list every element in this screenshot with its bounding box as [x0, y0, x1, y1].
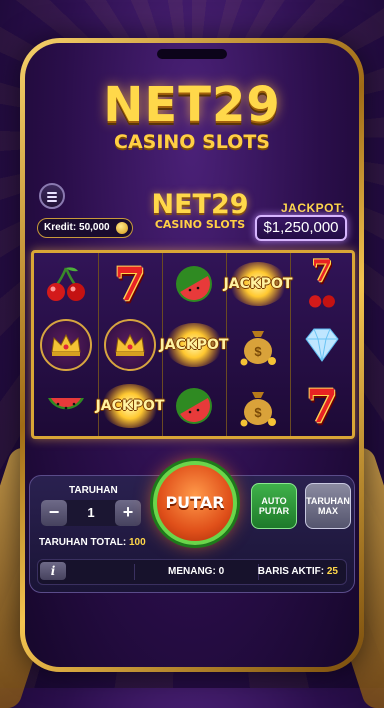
- win-label: MENANG:: [168, 566, 216, 577]
- game-screen: NET29 CASINO SLOTS Kredit: 50,000 NET29 …: [25, 43, 359, 667]
- reel-cell: $: [226, 375, 290, 436]
- watermelon-icon: [176, 387, 212, 424]
- reel-5: 7 7: [290, 253, 354, 436]
- menu-icon: [47, 192, 57, 194]
- active-lines-value: 25: [326, 566, 338, 577]
- menu-button[interactable]: [39, 183, 65, 209]
- jackpot-label: JACKPOT:: [280, 201, 345, 215]
- credit-display: Kredit: 50,000: [37, 218, 133, 238]
- total-bet-value: 100: [129, 537, 146, 548]
- slot-reels: 7 JACKPOT JACKPOT JACKPOT $ $ 7 7: [31, 250, 355, 439]
- reel-cell: [98, 314, 162, 375]
- bet-stepper: − 1 +: [41, 500, 141, 526]
- jackpot-symbol-text: JACKPOT: [159, 336, 229, 353]
- reel-4: JACKPOT $ $: [224, 253, 292, 436]
- reel-cell: [34, 253, 98, 314]
- auto-spin-button[interactable]: AUTO PUTAR: [251, 483, 297, 529]
- seven-icon: 7: [305, 378, 338, 433]
- svg-text:$: $: [254, 344, 262, 359]
- active-lines-label: BARIS AKTIF:: [257, 566, 325, 577]
- game-logo-small: NET29 CASINO SLOTS: [135, 189, 265, 231]
- menu-icon-line: [47, 200, 57, 202]
- coin-icon: [115, 222, 128, 234]
- phone-notch: [157, 49, 227, 59]
- money-bag-icon: $: [240, 391, 276, 426]
- reel-cell: 7: [98, 253, 162, 314]
- reel-cell: [290, 314, 354, 375]
- credit-label: Kredit:: [44, 222, 77, 233]
- win-display: MENANG: 0: [168, 560, 224, 584]
- reel-cell: $: [226, 314, 290, 375]
- jackpot-value: $1,250,000: [255, 215, 347, 241]
- reel-2: 7 JACKPOT: [96, 253, 164, 436]
- bet-increase-button[interactable]: +: [115, 500, 141, 526]
- spin-button[interactable]: PUTAR: [153, 461, 237, 545]
- bet-decrease-button[interactable]: −: [41, 500, 67, 526]
- credit-value: 50,000: [79, 222, 110, 233]
- menu-icon-line: [47, 196, 57, 198]
- phone-frame: NET29 CASINO SLOTS Kredit: 50,000 NET29 …: [20, 38, 364, 672]
- status-divider: [134, 564, 135, 580]
- reel-cell: [34, 375, 98, 436]
- reel-cell: [162, 253, 226, 314]
- reel-1: [34, 253, 99, 436]
- game-logo: NET29 CASINO SLOTS: [25, 77, 359, 153]
- max-bet-label-2: MAX: [317, 506, 338, 516]
- cherry-icon: [47, 266, 85, 301]
- money-bag-icon: $: [240, 330, 276, 365]
- reel-cell: [34, 314, 98, 375]
- crown-icon: [40, 318, 92, 371]
- total-bet: TARUHAN TOTAL: 100: [39, 537, 146, 548]
- total-bet-label: TARUHAN TOTAL:: [39, 537, 127, 548]
- active-lines-display: BARIS AKTIF: 25: [258, 560, 338, 584]
- diamond-icon: [305, 328, 339, 362]
- jackpot-symbol-text: JACKPOT: [95, 397, 165, 414]
- reel-cell: JACKPOT: [160, 314, 228, 375]
- win-value: 0: [218, 566, 225, 577]
- max-bet-label-1: TARUHAN: [306, 496, 350, 506]
- status-bar: i MENANG: 0 BARIS AKTIF: 25: [37, 559, 347, 585]
- watermelon-icon: [48, 397, 84, 409]
- cherry-icon: [309, 294, 335, 308]
- reel-cell: JACKPOT: [224, 253, 292, 314]
- reel-cell: JACKPOT: [96, 375, 164, 436]
- reel-cell: 7: [290, 375, 354, 436]
- reel-cell: [162, 375, 226, 436]
- crown-icon: [104, 318, 156, 371]
- jackpot-symbol: JACKPOT: [160, 322, 228, 367]
- jackpot-symbol-text: JACKPOT: [223, 275, 293, 292]
- auto-spin-label-1: AUTO: [261, 496, 287, 506]
- auto-spin-label-2: PUTAR: [258, 506, 290, 516]
- reel-cell: 7: [290, 253, 354, 314]
- bet-value: 1: [87, 505, 95, 520]
- max-bet-button[interactable]: TARUHAN MAX: [305, 483, 351, 529]
- logo-small-title: NET29: [151, 189, 249, 220]
- seven-icon: 7: [113, 256, 146, 311]
- reel-3: JACKPOT: [160, 253, 228, 436]
- logo-subtitle: CASINO SLOTS: [114, 131, 270, 153]
- svg-text:$: $: [254, 405, 262, 420]
- info-button[interactable]: i: [40, 562, 66, 580]
- seven-icon: 7: [311, 253, 333, 289]
- logo-title: NET29: [103, 77, 281, 133]
- jackpot-symbol: JACKPOT: [224, 261, 292, 306]
- jackpot-symbol: JACKPOT: [96, 383, 164, 428]
- bet-label: TARUHAN: [69, 485, 118, 496]
- watermelon-icon: [176, 265, 212, 302]
